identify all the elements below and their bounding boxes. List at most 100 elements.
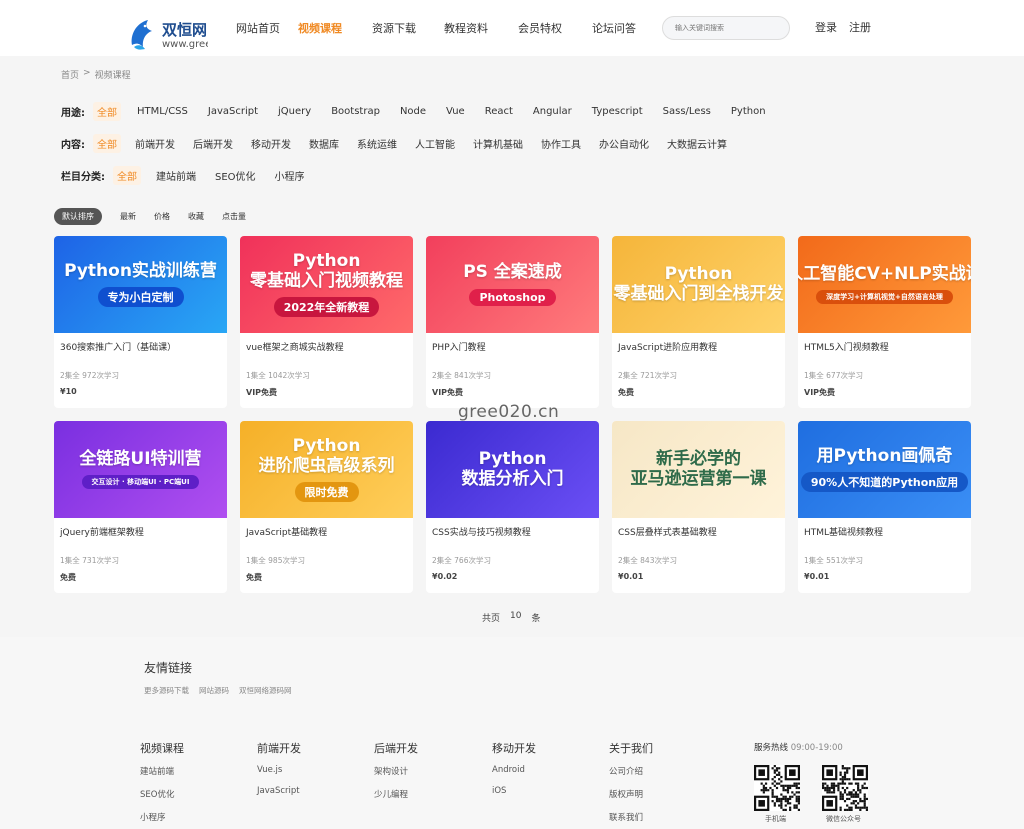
course-price: VIP免费 <box>804 388 836 397</box>
course-card[interactable]: Python 零基础入门视频教程 2022年全新教程 vue框架之商城实战教程 1集全… <box>240 236 413 408</box>
friend-link-1[interactable]: 网站源码 <box>199 685 229 696</box>
course-card[interactable]: Python实战训练营 专为小白定制 360搜索推广入门（基础课） 2集全 972次学… <box>54 236 227 408</box>
filter-option-content-4[interactable]: 数据库 <box>305 134 343 153</box>
filter-option-usage-5[interactable]: Node <box>396 104 430 119</box>
filter-option-content-9[interactable]: 办公自动化 <box>595 134 653 153</box>
course-title[interactable]: 360搜索推广入门（基础课） <box>60 340 176 353</box>
thumbnail-title: 用Python画佩奇 <box>816 445 953 466</box>
footer-column-title: 关于我们 <box>609 742 653 755</box>
sort-option-2[interactable]: 价格 <box>154 211 170 222</box>
course-card[interactable]: PS 全案速成 Photoshop PHP入门教程 2集全 841次学习 VIP免费 <box>426 236 599 408</box>
filter-option-column-0[interactable]: 全部 <box>113 166 141 185</box>
filter-option-usage-2[interactable]: JavaScript <box>204 104 262 119</box>
course-meta: 2集全 721次学习 <box>618 371 677 380</box>
course-title[interactable]: HTML基础视频教程 <box>804 525 883 538</box>
pager-total-label: 共页 <box>482 614 501 624</box>
filter-option-usage-0[interactable]: 全部 <box>93 102 121 121</box>
filter-option-usage-3[interactable]: jQuery <box>274 104 315 119</box>
course-card[interactable]: Python 进阶爬虫高级系列 限时免费 JavaScript基础教程 1集全 985… <box>240 421 413 593</box>
footer-column-2: 后端开发 架构设计 少儿编程 <box>374 740 418 811</box>
course-title[interactable]: vue框架之商城实战教程 <box>246 340 344 353</box>
footer-link[interactable]: 联系我们 <box>609 811 653 823</box>
filter-option-content-8[interactable]: 协作工具 <box>537 134 585 153</box>
course-title[interactable]: CSS层叠样式表基础教程 <box>618 525 717 538</box>
nav-item-1[interactable]: 视频课程 <box>298 20 342 36</box>
course-title[interactable]: JavaScript进阶应用教程 <box>618 340 717 353</box>
course-thumbnail[interactable]: Python 零基础入门视频教程 2022年全新教程 <box>240 236 413 333</box>
filter-option-content-6[interactable]: 人工智能 <box>411 134 459 153</box>
friend-link-2[interactable]: 双恒网络源码网 <box>239 685 292 696</box>
thumbnail-subtitle: 限时免费 <box>294 482 359 503</box>
filter-option-content-1[interactable]: 前端开发 <box>131 134 179 153</box>
footer-link[interactable]: Vue.js <box>257 765 301 775</box>
course-card[interactable]: 人工智能CV+NLP实战课深度学习+计算机视觉+自然语言处理 HTML5入门视频教… <box>798 236 971 408</box>
course-title[interactable]: PHP入门教程 <box>432 340 486 353</box>
filter-option-column-1[interactable]: 建站前端 <box>152 166 200 185</box>
register-link[interactable]: 注册 <box>849 19 871 35</box>
footer-link[interactable]: 公司介绍 <box>609 765 653 777</box>
course-title[interactable]: jQuery前端框架教程 <box>60 525 144 538</box>
nav-item-0[interactable]: 网站首页 <box>236 20 280 36</box>
footer-link[interactable]: 版权声明 <box>609 788 653 800</box>
course-card[interactable]: 全链路UI特训营 交互设计 · 移动端UI · PC端UI jQuery前端框架教程… <box>54 421 227 593</box>
site-logo[interactable]: 双恒网 www.gree020.cn <box>128 15 208 55</box>
filter-option-content-10[interactable]: 大数据云计算 <box>663 134 731 153</box>
footer-link[interactable]: 架构设计 <box>374 765 418 777</box>
filter-option-usage-9[interactable]: Typescript <box>588 104 647 119</box>
course-thumbnail[interactable]: Python实战训练营 专为小白定制 <box>54 236 227 333</box>
search-input[interactable] <box>662 16 790 40</box>
friend-links: 更多源码下载 网站源码 双恒网络源码网 <box>144 685 292 696</box>
course-title[interactable]: JavaScript基础教程 <box>246 525 327 538</box>
filter-option-content-5[interactable]: 系统运维 <box>353 134 401 153</box>
filter-label-usage: 用途: <box>61 108 85 119</box>
footer-link[interactable]: 少儿编程 <box>374 788 418 800</box>
sort-option-3[interactable]: 收藏 <box>188 211 204 222</box>
footer-link[interactable]: SEO优化 <box>140 788 184 800</box>
filter-label-column: 栏目分类: <box>61 172 105 183</box>
filter-option-usage-4[interactable]: Bootstrap <box>327 104 384 119</box>
course-thumbnail[interactable]: Python 数据分析入门 <box>426 421 599 518</box>
breadcrumb-home[interactable]: 首页 <box>61 68 79 81</box>
nav-item-4[interactable]: 会员特权 <box>518 20 562 36</box>
filter-option-column-2[interactable]: SEO优化 <box>211 166 260 185</box>
course-thumbnail[interactable]: PS 全案速成 Photoshop <box>426 236 599 333</box>
footer-link[interactable]: iOS <box>492 786 536 796</box>
footer-column-title: 前端开发 <box>257 742 301 755</box>
course-thumbnail[interactable]: Python 零基础入门到全栈开发 <box>612 236 785 333</box>
filter-option-content-7[interactable]: 计算机基础 <box>469 134 527 153</box>
filter-option-content-3[interactable]: 移动开发 <box>247 134 295 153</box>
course-thumbnail[interactable]: 人工智能CV+NLP实战课深度学习+计算机视觉+自然语言处理 <box>798 236 971 333</box>
filter-option-usage-11[interactable]: Python <box>727 104 770 119</box>
course-thumbnail[interactable]: 新手必学的 亚马逊运营第一课 <box>612 421 785 518</box>
course-thumbnail[interactable]: 用Python画佩奇 90%人不知道的Python应用 <box>798 421 971 518</box>
sort-option-1[interactable]: 最新 <box>120 211 136 222</box>
filter-option-usage-10[interactable]: Sass/Less <box>659 104 715 119</box>
course-card[interactable]: 用Python画佩奇 90%人不知道的Python应用 HTML基础视频教程 1集全 … <box>798 421 971 593</box>
nav-item-3[interactable]: 教程资料 <box>444 20 488 36</box>
filter-option-usage-7[interactable]: React <box>481 104 517 119</box>
course-title[interactable]: CSS实战与技巧视频教程 <box>432 525 531 538</box>
login-link[interactable]: 登录 <box>815 19 837 35</box>
course-title[interactable]: HTML5入门视频教程 <box>804 340 889 353</box>
nav-item-5[interactable]: 论坛问答 <box>592 20 636 36</box>
course-card[interactable]: Python 零基础入门到全栈开发 JavaScript进阶应用教程 2集全 721… <box>612 236 785 408</box>
course-card[interactable]: Python 数据分析入门 CSS实战与技巧视频教程 2集全 766次学习 ¥0.02 <box>426 421 599 593</box>
filter-option-usage-1[interactable]: HTML/CSS <box>133 104 192 119</box>
sort-option-4[interactable]: 点击量 <box>222 211 246 222</box>
filter-option-usage-6[interactable]: Vue <box>442 104 469 119</box>
filter-option-usage-8[interactable]: Angular <box>529 104 576 119</box>
filter-option-content-2[interactable]: 后端开发 <box>189 134 237 153</box>
filter-option-column-3[interactable]: 小程序 <box>271 166 309 185</box>
nav-item-2[interactable]: 资源下载 <box>372 20 416 36</box>
friend-link-0[interactable]: 更多源码下载 <box>144 685 189 696</box>
footer-link[interactable]: Android <box>492 765 536 775</box>
footer-link[interactable]: 小程序 <box>140 811 184 823</box>
sort-option-0[interactable]: 默认排序 <box>54 208 102 225</box>
filter-option-content-0[interactable]: 全部 <box>93 134 121 153</box>
course-thumbnail[interactable]: Python 进阶爬虫高级系列 限时免费 <box>240 421 413 518</box>
footer-link[interactable]: 建站前端 <box>140 765 184 777</box>
course-thumbnail[interactable]: 全链路UI特训营 交互设计 · 移动端UI · PC端UI <box>54 421 227 518</box>
thumbnail-subtitle: 90%人不知道的Python应用 <box>800 472 969 493</box>
course-card[interactable]: 新手必学的 亚马逊运营第一课 CSS层叠样式表基础教程 2集全 843次学习 ¥0.0… <box>612 421 785 593</box>
footer-link[interactable]: JavaScript <box>257 786 301 796</box>
